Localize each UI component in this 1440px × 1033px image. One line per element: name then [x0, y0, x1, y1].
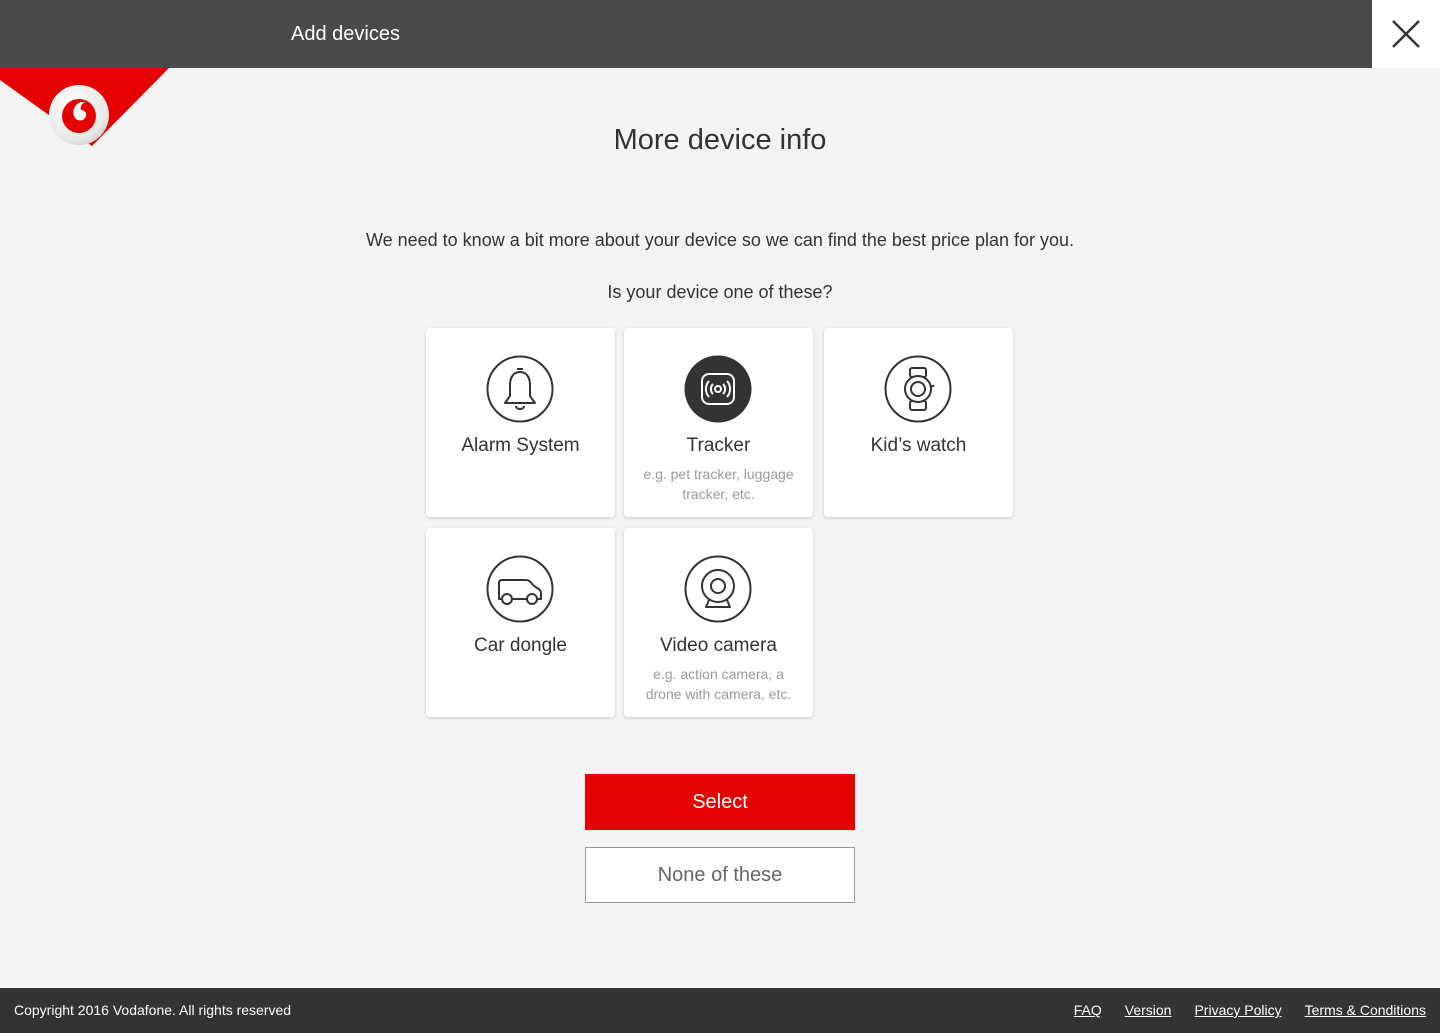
device-card-car-dongle[interactable]: Car dongle: [426, 528, 615, 717]
footer-link-terms-conditions[interactable]: Terms & Conditions: [1305, 1002, 1426, 1018]
footer-link-faq[interactable]: FAQ: [1074, 1002, 1102, 1018]
tracker-icon: [684, 355, 752, 423]
header-bar: Add devices: [0, 0, 1440, 68]
none-of-these-button[interactable]: None of these: [585, 847, 855, 903]
copyright-text: Copyright 2016 Vodafone. All rights rese…: [14, 1002, 292, 1018]
device-card-label: Tracker: [686, 435, 751, 456]
device-question: Is your device one of these?: [607, 282, 833, 302]
select-button[interactable]: Select: [585, 774, 855, 830]
device-card-label: Video camera: [660, 635, 777, 656]
device-card-hint: e.g. pet tracker, luggage tracker, etc.: [643, 466, 794, 502]
header-title: Add devices: [291, 23, 400, 45]
device-card-alarm-system[interactable]: Alarm System: [426, 328, 615, 517]
device-card-kids-watch[interactable]: Kid’s watch: [824, 328, 1013, 517]
close-icon: [1392, 20, 1420, 48]
device-card-label: Car dongle: [474, 635, 567, 656]
device-card-label: Alarm System: [461, 435, 580, 456]
device-card-video-camera[interactable]: Video camera e.g. action camera, a drone…: [624, 528, 813, 717]
device-card-label: Kid’s watch: [870, 435, 967, 456]
close-button[interactable]: [1372, 0, 1440, 68]
device-card-tracker[interactable]: Tracker e.g. pet tracker, luggage tracke…: [624, 328, 813, 517]
watch-icon: [884, 355, 952, 423]
intro-text: We need to know a bit more about your de…: [365, 230, 1075, 250]
footer-link-privacy-policy[interactable]: Privacy Policy: [1194, 1002, 1281, 1018]
footer: Copyright 2016 Vodafone. All rights rese…: [0, 988, 1440, 1033]
bell-icon: [486, 355, 554, 423]
page-title: More device info: [613, 124, 827, 156]
webcam-icon: [684, 555, 752, 623]
device-card-hint: e.g. action camera, a drone with camera,…: [645, 666, 792, 702]
car-icon: [486, 555, 554, 623]
footer-link-version[interactable]: Version: [1125, 1002, 1172, 1018]
footer-links: FAQ Version Privacy Policy Terms & Condi…: [1074, 1002, 1426, 1018]
